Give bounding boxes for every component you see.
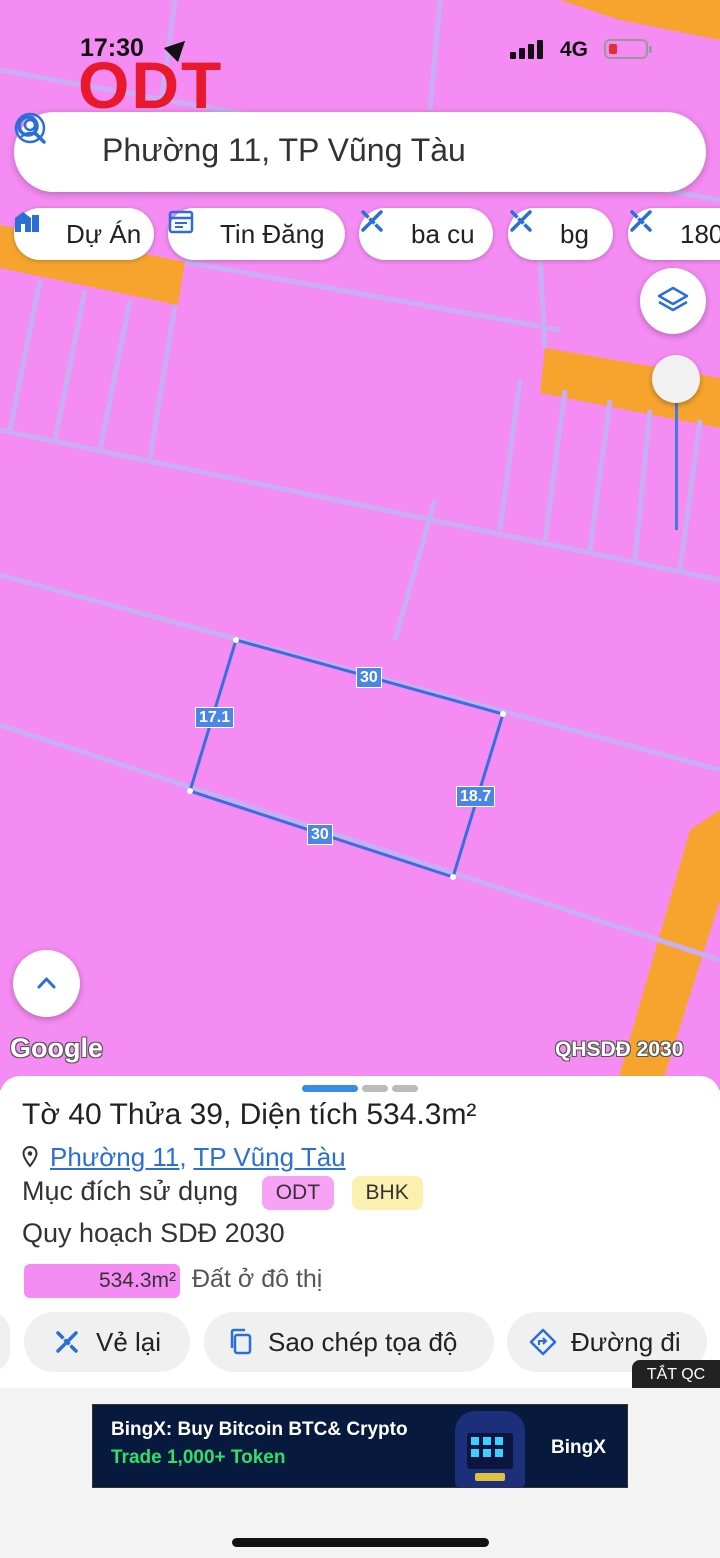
sheet-page-indicator[interactable] (392, 1085, 418, 1092)
copy-icon (230, 1328, 252, 1355)
chip-du-an[interactable]: Dự Án (14, 208, 154, 260)
copy-coordinates-button[interactable]: Sao chép tọa độ (204, 1312, 494, 1372)
selected-parcel-outline (188, 638, 505, 879)
chip-tin-dang[interactable]: Tin Đăng (168, 208, 345, 260)
battery-icon (604, 39, 652, 59)
ad-headline: BingX: Buy Bitcoin BTC& Crypto (111, 1419, 408, 1440)
calendar-icon (168, 210, 194, 234)
parcel-title: Tờ 40 Thửa 39, Diện tích 534.3m² (22, 1098, 477, 1131)
search-bar[interactable]: Phường 11, TP Vũng Tàu (14, 112, 706, 192)
layers-button[interactable] (640, 268, 706, 334)
chip-bg[interactable]: bg (508, 208, 613, 260)
signal-icon (510, 40, 546, 59)
opacity-slider-handle[interactable] (652, 355, 700, 403)
city-link[interactable]: TP Vũng Tàu (193, 1142, 345, 1172)
layers-icon (657, 286, 689, 312)
slot-machine-image (455, 1411, 525, 1487)
status-time: 17:30 (80, 34, 144, 62)
chip-label: ba cu (411, 219, 475, 249)
sheet-page-indicator[interactable] (362, 1085, 388, 1092)
parcel-dim-bottom: 30 (307, 824, 333, 845)
sheet-page-indicator-active[interactable] (302, 1085, 358, 1092)
chip-label: Dự Án (66, 219, 142, 249)
map-view[interactable]: 30 17.1 18.7 30 ODT 17:30 4G Phường 11, … (0, 0, 720, 1090)
ad-brand: BingX (551, 1437, 606, 1458)
redraw-label: Vẻ lại (96, 1327, 162, 1357)
ruler-pencil-icon (630, 210, 652, 232)
purpose-row: Mục đích sử dụng ODT BHK (22, 1176, 423, 1210)
expand-sheet-button[interactable] (13, 950, 80, 1017)
ward-link[interactable]: Phường 11 (50, 1142, 179, 1172)
parcel-info-sheet: Tờ 40 Thửa 39, Diện tích 534.3m² Phường … (0, 1076, 720, 1388)
status-bar: 17:30 4G (0, 30, 720, 70)
purpose-label: Mục đích sử dụng (22, 1176, 239, 1207)
redraw-button[interactable]: Vẻ lại (24, 1312, 190, 1372)
filter-chips: Dự Án Tin Đăng ba cu bg 180 (14, 208, 720, 260)
chevron-up-icon (37, 977, 56, 989)
network-type: 4G (560, 38, 589, 61)
plan-label: Quy hoạch SDĐ 2030 (22, 1218, 285, 1248)
parcel-address: Phường 11, TP Vũng Tàu (22, 1142, 346, 1173)
ad-subline: Trade 1,000+ Token (111, 1447, 286, 1468)
parcel-dim-top: 30 (356, 667, 382, 688)
chip-label: Tin Đăng (220, 219, 325, 249)
ad-area: BingX: Buy Bitcoin BTC& Crypto Trade 1,0… (0, 1388, 720, 1558)
home-indicator[interactable] (232, 1538, 489, 1547)
ad-banner[interactable]: BingX: Buy Bitcoin BTC& Crypto Trade 1,0… (92, 1404, 628, 1488)
chip-label: bg (560, 219, 589, 249)
google-logo: Google (10, 1033, 103, 1063)
parcel-dim-right: 18.7 (456, 786, 496, 807)
purpose-tag-bhk[interactable]: BHK (351, 1176, 423, 1210)
location-arrow-icon (163, 33, 193, 63)
directions-label: Đường đi (571, 1327, 681, 1357)
building-icon (15, 212, 39, 232)
chip-label: 180 (680, 219, 720, 249)
search-icon[interactable] (14, 112, 48, 146)
ruler-pencil-icon (510, 210, 532, 232)
parcel-dim-left: 17.1 (195, 707, 235, 728)
location-pin-icon (22, 1145, 38, 1168)
close-ad-button[interactable]: TẮT QC (632, 1360, 720, 1390)
chip-180[interactable]: 180 (628, 208, 720, 260)
scroll-hidden-action[interactable] (0, 1312, 10, 1372)
ruler-pencil-icon (361, 210, 383, 232)
plan-area-bar: 534.3m² (24, 1264, 180, 1298)
ruler-pencil-icon (56, 1331, 78, 1353)
plan-type-label: Đất ở đô thị (192, 1265, 323, 1293)
copy-coordinates-label: Sao chép tọa độ (268, 1327, 458, 1357)
search-input[interactable]: Phường 11, TP Vũng Tàu (102, 132, 466, 169)
chip-ba-cu[interactable]: ba cu (359, 208, 493, 260)
map-layer-label: QHSDĐ 2030 (555, 1038, 684, 1061)
plan-area-value: 534.3m² (98, 1269, 176, 1292)
purpose-tag-odt[interactable]: ODT (261, 1176, 335, 1210)
directions-icon (529, 1328, 557, 1356)
